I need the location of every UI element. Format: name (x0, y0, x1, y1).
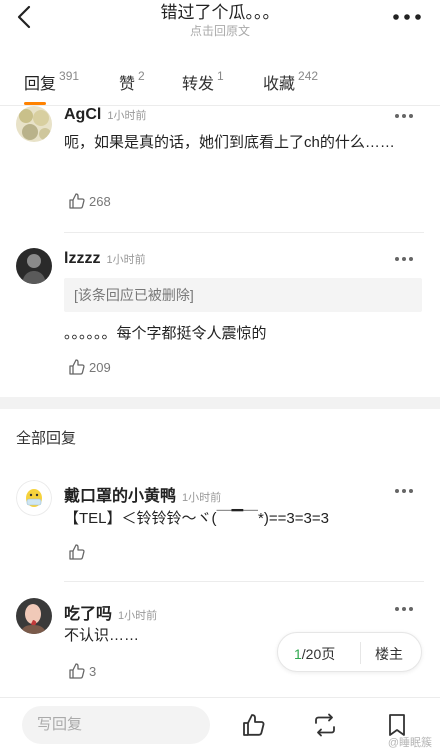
like-button[interactable]: 268 (68, 191, 111, 211)
section-gap (0, 397, 440, 409)
reply-input[interactable]: 写回复 (22, 706, 210, 744)
username-text: lzzzz (64, 250, 101, 267)
more-icon[interactable] (394, 606, 414, 612)
username[interactable]: lzzzz 1小时前 (64, 250, 146, 268)
watermark: @睡眠簇 (387, 737, 432, 749)
tab-label: 转发 (182, 76, 215, 93)
tab-replies[interactable]: 回复 391 (24, 69, 80, 94)
thumbs-up-icon[interactable] (241, 712, 267, 738)
more-icon[interactable] (394, 488, 414, 494)
page-title: 错过了个瓜。。。 (160, 3, 280, 22)
tab-favorites[interactable]: 收藏 242 (263, 69, 319, 94)
username-text: AgCl (64, 106, 102, 123)
username-text: 吃了吗 (64, 606, 113, 623)
active-tab-indicator (24, 102, 46, 105)
comment-text: 【TEL】＜铃铃铃～ヾ(￣▔￣*)==3=3=3 (64, 510, 329, 527)
timestamp: 1小时前 (118, 610, 158, 622)
original-poster-filter-button[interactable]: 楼主 (375, 644, 403, 664)
top-bar: 错过了个瓜。。。 点击回原文 (0, 0, 440, 44)
like-count: 3 (89, 663, 97, 679)
timestamp: 1小时前 (106, 254, 146, 266)
comment-text: 呃，如果是真的话，她们到底看上了ch的什么…… (64, 134, 395, 151)
back-to-original-link[interactable]: 点击回原文 (0, 24, 440, 38)
like-button[interactable] (68, 542, 89, 562)
username[interactable]: 戴口罩的小黄鸭 1小时前 (64, 482, 221, 506)
avatar[interactable] (16, 248, 52, 284)
page-navigator: 1/20页 楼主 (277, 632, 422, 672)
avatar[interactable] (16, 106, 52, 142)
like-button[interactable]: 209 (68, 357, 111, 377)
avatar[interactable] (16, 480, 52, 516)
thumbs-up-icon (69, 193, 85, 209)
tab-label: 回复 (24, 76, 57, 93)
more-options-icon[interactable] (392, 12, 422, 22)
more-icon[interactable] (394, 113, 414, 119)
username-text: 戴口罩的小黄鸭 (64, 488, 177, 505)
thumbs-up-icon (69, 663, 85, 679)
comment-text: 。。。。。。每个字都挺令人震惊的 (64, 325, 267, 342)
tab-reposts[interactable]: 转发 1 (182, 69, 224, 94)
tab-label: 赞 (119, 76, 136, 93)
thumbs-up-icon (69, 544, 85, 560)
username[interactable]: AgCl 1小时前 (64, 106, 146, 124)
bottom-action-bar: 写回复 @睡眠簇 (0, 697, 440, 753)
like-button[interactable]: 3 (68, 661, 96, 681)
page-selector[interactable]: 1/20页 (294, 644, 335, 664)
tab-count: 242 (298, 69, 319, 83)
tab-count: 391 (59, 69, 80, 83)
title-area[interactable]: 错过了个瓜。。。 点击回原文 (0, 3, 440, 38)
avatar[interactable] (16, 598, 52, 634)
tab-count: 2 (138, 69, 145, 83)
quoted-reply: [该条回应已被删除] (64, 278, 422, 312)
tab-bar: 回复 391 赞2 转发 1 收藏 242 (0, 58, 440, 106)
tab-label: 收藏 (263, 76, 296, 93)
username[interactable]: 吃了吗 1小时前 (64, 600, 157, 624)
section-title: 全部回复 (16, 430, 77, 447)
divider (64, 232, 424, 233)
pager-divider (360, 642, 361, 664)
more-icon[interactable] (394, 256, 414, 262)
repost-icon[interactable] (312, 712, 338, 738)
divider (64, 581, 424, 582)
like-count: 268 (89, 193, 111, 209)
tab-count: 1 (217, 69, 224, 83)
total-pages: /20页 (301, 646, 336, 662)
tab-likes[interactable]: 赞2 (119, 69, 145, 94)
timestamp: 1小时前 (107, 110, 147, 122)
thumbs-up-icon (69, 359, 85, 375)
timestamp: 1小时前 (182, 492, 222, 504)
like-count: 209 (89, 359, 111, 375)
current-page: 1 (294, 646, 302, 662)
